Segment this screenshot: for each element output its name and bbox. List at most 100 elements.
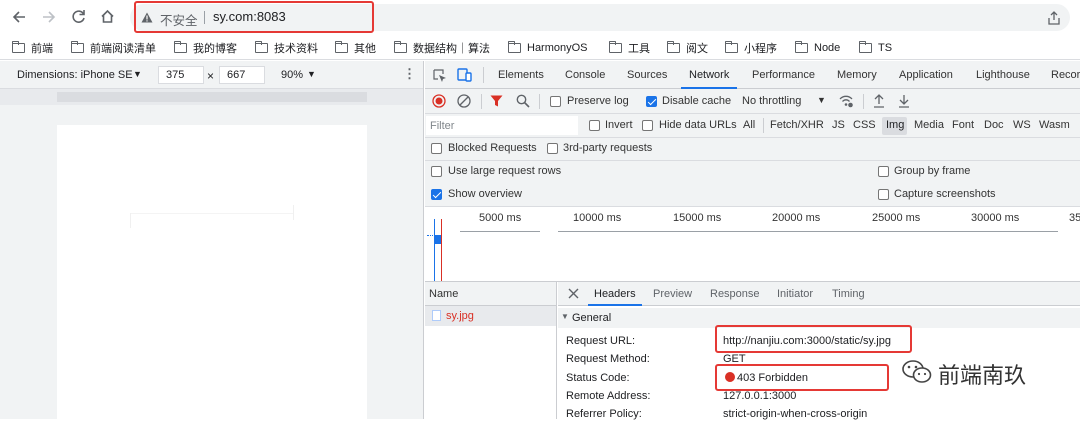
filter-type-ws[interactable]: WS [1013,119,1031,131]
timeline-tick: 15000 ms [673,212,722,224]
status-code-label: Status Code: [566,372,630,384]
detail-tabbar: Headers Preview Response Initiator Timin… [558,282,1080,306]
dimensions-select[interactable]: Dimensions: iPhone SE [17,69,133,81]
more-options-icon[interactable]: ⋮ [403,66,416,82]
filter-type-font[interactable]: Font [952,119,974,131]
device-toggle-icon[interactable] [457,68,472,82]
dropdown-arrow-icon: ▼ [133,69,142,79]
filter-type-js[interactable]: JS [832,119,845,131]
clear-icon[interactable] [457,94,471,108]
bookmark-item[interactable]: 我的博客 [173,39,237,57]
page-preview [57,125,367,425]
large-rows-checkbox[interactable] [431,166,442,177]
request-details: Headers Preview Response Initiator Timin… [558,282,1080,420]
filter-type-all[interactable]: All [743,119,755,131]
share-icon[interactable] [1048,11,1060,25]
show-overview-checkbox[interactable] [431,189,442,200]
filter-type-doc[interactable]: Doc [984,119,1004,131]
show-overview-label: Show overview [448,188,522,200]
bookmark-label: 阅文 [686,43,708,55]
hide-data-urls-checkbox[interactable] [642,120,653,131]
timeline-overview[interactable]: 5000 ms 10000 ms 15000 ms 20000 ms 25000… [425,207,1080,282]
network-settings: Use large request rows Group by frame Sh… [425,161,1080,207]
search-icon[interactable] [516,94,530,108]
bookmark-item[interactable]: HarmonyOS [507,39,588,57]
disable-cache-checkbox[interactable] [646,96,657,107]
request-bar [435,235,441,244]
tick-line [558,231,658,232]
general-title: General [572,312,612,324]
filter-icon[interactable] [490,95,503,107]
devtools-tabbar: Elements Console Sources Network Perform… [425,61,1080,89]
tab-initiator[interactable]: Initiator [777,282,813,306]
throttling-select[interactable]: No throttling [742,95,801,107]
name-column-header[interactable]: Name [429,288,458,300]
record-icon[interactable] [432,94,446,108]
request-row[interactable]: sy.jpg [425,306,556,326]
folder-icon [334,41,348,53]
tab-timing[interactable]: Timing [832,282,865,306]
tab-headers[interactable]: Headers [588,282,642,306]
export-har-icon[interactable] [898,94,910,108]
network-toolbar: Preserve log Disable cache No throttling… [425,89,1080,114]
folder-icon [724,41,738,53]
bookmark-item[interactable]: 前端阅读清单 [70,39,156,57]
request-list-header: Name [425,282,556,306]
bookmark-item[interactable]: Node [794,39,840,57]
folder-icon [507,41,521,53]
group-by-frame-checkbox[interactable] [878,166,889,177]
tab-elements[interactable]: Elements [498,61,544,89]
bookmark-item[interactable]: 阅文 [666,39,708,57]
bookmark-item[interactable]: 数据结构｜算法 [393,39,490,57]
capture-screenshots-checkbox[interactable] [878,189,889,200]
inspect-icon[interactable] [433,69,447,83]
bookmark-item[interactable]: 小程序 [724,39,777,57]
bookmark-item[interactable]: TS [858,39,892,57]
filter-type-fetch-xhr[interactable]: Fetch/XHR [770,119,824,131]
reload-icon[interactable] [71,9,86,24]
bookmark-label: HarmonyOS [527,42,588,54]
bookmark-label: 技术资料 [274,43,318,55]
tab-sources[interactable]: Sources [627,61,667,89]
url-highlight-box [134,1,374,33]
blocked-requests-checkbox[interactable] [431,143,442,154]
bookmark-item[interactable]: 前端 [11,39,53,57]
bookmark-item[interactable]: 工具 [608,39,650,57]
bookmark-item[interactable]: 其他 [334,39,376,57]
blocked-requests-bar: Blocked Requests 3rd-party requests [425,138,1080,161]
blocked-requests-label: Blocked Requests [448,142,537,154]
bookmark-item[interactable]: 技术资料 [254,39,318,57]
tab-recorder[interactable]: Recor [1051,61,1080,89]
tab-network[interactable]: Network [681,61,738,89]
tab-performance[interactable]: Performance [752,61,815,89]
tab-console[interactable]: Console [565,61,605,89]
folder-icon [11,41,25,53]
filter-type-wasm[interactable]: Wasm [1039,119,1070,131]
forward-icon[interactable] [42,10,56,24]
tab-lighthouse[interactable]: Lighthouse [976,61,1030,89]
folder-icon [70,41,84,53]
tab-memory[interactable]: Memory [837,61,877,89]
filter-type-css[interactable]: CSS [853,119,876,131]
request-url-highlight-box [715,325,912,353]
close-icon[interactable] [568,288,579,299]
back-icon[interactable] [12,10,26,24]
filter-type-img[interactable]: Img [886,119,904,131]
device-toolbar: Dimensions: iPhone SE ▼ 375 × 667 90% ▼ … [0,61,423,89]
dropdown-arrow-icon: ▼ [817,95,826,105]
watermark: 前端南玖 [900,355,1060,391]
zoom-select[interactable]: 90% [281,69,303,81]
filter-type-media[interactable]: Media [914,119,944,131]
tab-preview[interactable]: Preview [653,282,692,306]
hide-data-urls-label: Hide data URLs [659,119,737,131]
status-code-highlight-box [715,364,889,391]
invert-checkbox[interactable] [589,120,600,131]
tab-application[interactable]: Application [899,61,953,89]
third-party-checkbox[interactable] [547,143,558,154]
preserve-log-checkbox[interactable] [550,96,561,107]
network-conditions-icon[interactable] [838,94,854,108]
bookmark-label: 前端阅读清单 [90,43,156,55]
tab-response[interactable]: Response [710,282,760,306]
home-icon[interactable] [100,9,115,24]
import-har-icon[interactable] [873,94,885,108]
